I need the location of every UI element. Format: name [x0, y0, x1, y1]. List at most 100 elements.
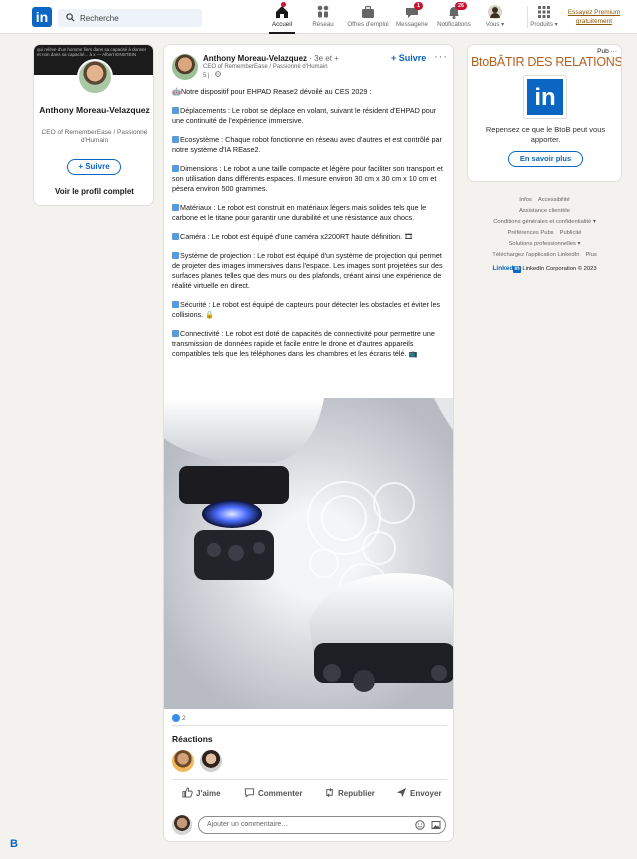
bell-icon: 26 — [433, 2, 475, 20]
arrow-icon — [172, 136, 179, 143]
nav-notifications[interactable]: 26 Notifications — [433, 2, 475, 34]
like-button[interactable]: J'aime — [182, 787, 221, 798]
grid-icon — [528, 4, 560, 20]
flying-robots-illustration — [164, 398, 453, 692]
post-paragraph: Connectivité : Le robot est doté de capa… — [172, 329, 448, 359]
comment-label: Commenter — [258, 789, 303, 798]
post-follow-button[interactable]: + Suivre — [391, 53, 426, 63]
comment-composer: Ajouter un commentaire… — [172, 815, 448, 837]
messaging-badge: 1 — [414, 2, 424, 10]
post-intro: 🤖Notre dispositif pour EHPAD Rease2 dévo… — [172, 87, 372, 96]
comment-icon — [244, 788, 255, 798]
arrow-icon — [172, 301, 179, 308]
footer-brand-in: in — [513, 266, 521, 273]
nav-me-label: Vous ▾ — [485, 21, 505, 28]
post-author-headline: CEO of RememberEase / Passionné d'Humain — [203, 64, 328, 70]
footer-link[interactable]: Assistance clientèle — [519, 208, 570, 214]
post-author-avatar[interactable] — [172, 54, 198, 80]
post-paragraph-text: Système de projection : Le robot est équ… — [172, 251, 443, 290]
reactor-avatar[interactable] — [172, 750, 194, 772]
arrow-icon — [172, 204, 179, 211]
footer-link[interactable]: Solutions professionnelles ▾ — [509, 241, 581, 247]
premium-link[interactable]: Essayez Premium gratuitement — [561, 8, 627, 26]
send-button[interactable]: Envoyer — [396, 787, 442, 798]
footer-link[interactable]: Publicité — [560, 230, 582, 236]
profile-avatar[interactable] — [77, 59, 113, 95]
post-paragraph-text: Sécurité : Le robot est équipé de capteu… — [172, 300, 441, 319]
post-paragraph-text: Déplacements : Le robot se déplace en vo… — [172, 106, 437, 125]
repost-button[interactable]: Republier — [324, 787, 375, 798]
comment-input[interactable]: Ajouter un commentaire… — [198, 816, 446, 834]
profile-name[interactable]: Anthony Moreau-Velazquez — [34, 105, 153, 116]
repost-icon — [326, 788, 333, 797]
footer-link[interactable]: Plus — [585, 252, 596, 258]
footer-link[interactable]: Téléchargez l'application LinkedIn — [492, 252, 579, 258]
post-author-name[interactable]: Anthony Moreau-Velazquez — [203, 54, 307, 63]
post-paragraph-text: Caméra : Le robot est équipé d'une camér… — [180, 232, 414, 241]
nav-messaging[interactable]: 1 Messagerie — [394, 2, 430, 34]
post-paragraph-text: Matériaux : Le robot est construit en ma… — [172, 203, 427, 222]
post-paragraph-text: Connectivité : Le robot est doté de capa… — [172, 329, 435, 358]
ad-label[interactable]: Pub ··· — [597, 48, 617, 55]
post-author-degree: · 3e et + — [307, 54, 339, 63]
post-divider — [172, 779, 447, 780]
profile-follow-button[interactable]: + Suivre — [67, 159, 121, 175]
post-time: 5 j · — [203, 71, 373, 80]
notifications-badge: 26 — [455, 2, 468, 10]
footer-brand: Linkedin LinkedIn Corporation © 2023 — [467, 263, 622, 275]
send-label: Envoyer — [410, 789, 442, 798]
nav-notifications-label: Notifications — [437, 21, 471, 28]
ad-title: BtoBÂTIR DES RELATIONS — [471, 55, 622, 69]
home-icon — [269, 2, 295, 20]
reactor-avatar[interactable] — [200, 750, 222, 772]
nav-products[interactable]: Produits ▾ — [528, 4, 560, 34]
linkedin-logo: in — [524, 76, 566, 118]
nav-products-label: Produits ▾ — [530, 21, 558, 28]
thumbs-up-icon — [182, 787, 193, 798]
comment-button[interactable]: Commenter — [244, 787, 302, 798]
top-navigation-bar: in Recherche Accueil Réseau Offres d'emp… — [0, 0, 637, 34]
post-paragraph: Système de projection : Le robot est équ… — [172, 251, 448, 291]
reaction-count-text: 2 — [182, 715, 186, 722]
post-paragraph: Déplacements : Le robot se déplace en vo… — [172, 106, 448, 126]
arrow-icon — [172, 233, 179, 240]
ad-text: Repensez ce que le BtoB peut vous apport… — [485, 125, 606, 144]
arrow-icon — [172, 252, 179, 259]
briefcase-icon — [343, 4, 393, 20]
reaction-count[interactable]: 2 — [172, 714, 186, 722]
ad-cta-button[interactable]: En savoir plus — [508, 151, 583, 167]
post-actions: J'aime Commenter Republier Envoyer — [164, 787, 453, 803]
network-icon — [311, 4, 335, 20]
repost-label: Republier — [338, 789, 375, 798]
search-input[interactable]: Recherche — [58, 9, 202, 27]
nav-me[interactable]: Vous ▾ — [482, 4, 508, 34]
post-paragraph: Sécurité : Le robot est équipé de capteu… — [172, 300, 448, 320]
post-more-button[interactable]: ··· — [434, 51, 448, 63]
post-time-text: 5 j · — [203, 73, 215, 79]
nav-home[interactable]: Accueil — [269, 2, 295, 34]
reactions-title: Réactions — [172, 734, 213, 744]
post-paragraph-text: Ecosystème : Chaque robot fonctionne en … — [172, 135, 442, 154]
nav-messaging-label: Messagerie — [396, 21, 428, 28]
current-user-avatar — [172, 815, 192, 835]
footer-link[interactable]: Conditions générales et confidentialité … — [493, 219, 596, 225]
emoji-icon[interactable] — [415, 820, 425, 830]
post-image[interactable] — [164, 398, 453, 709]
nav-network[interactable]: Réseau — [311, 4, 335, 34]
footer-link[interactable]: Préférences Pubs — [508, 230, 554, 236]
linkedin-logo[interactable]: in — [32, 7, 52, 27]
sidebar-ad[interactable]: Pub ··· BtoBÂTIR DES RELATIONS in Repens… — [467, 44, 622, 182]
send-icon — [396, 787, 407, 798]
post-divider — [172, 725, 447, 726]
footer-link[interactable]: Accessibilité — [538, 197, 570, 203]
post-author[interactable]: Anthony Moreau-Velazquez · 3e et + — [203, 54, 339, 63]
like-label: J'aime — [196, 789, 221, 798]
nav-jobs[interactable]: Offres d'emploi — [343, 4, 393, 34]
sidebar-footer: Infos Accessibilité Assistance clientèle … — [467, 195, 622, 275]
post-paragraph: Matériaux : Le robot est construit en ma… — [172, 203, 448, 223]
footer-link[interactable]: Infos — [519, 197, 532, 203]
feed-post: Anthony Moreau-Velazquez · 3e et + CEO o… — [163, 44, 454, 842]
see-full-profile-link[interactable]: Voir le profil complet — [34, 187, 153, 196]
image-icon[interactable] — [431, 820, 441, 830]
comment-placeholder: Ajouter un commentaire… — [207, 821, 289, 828]
